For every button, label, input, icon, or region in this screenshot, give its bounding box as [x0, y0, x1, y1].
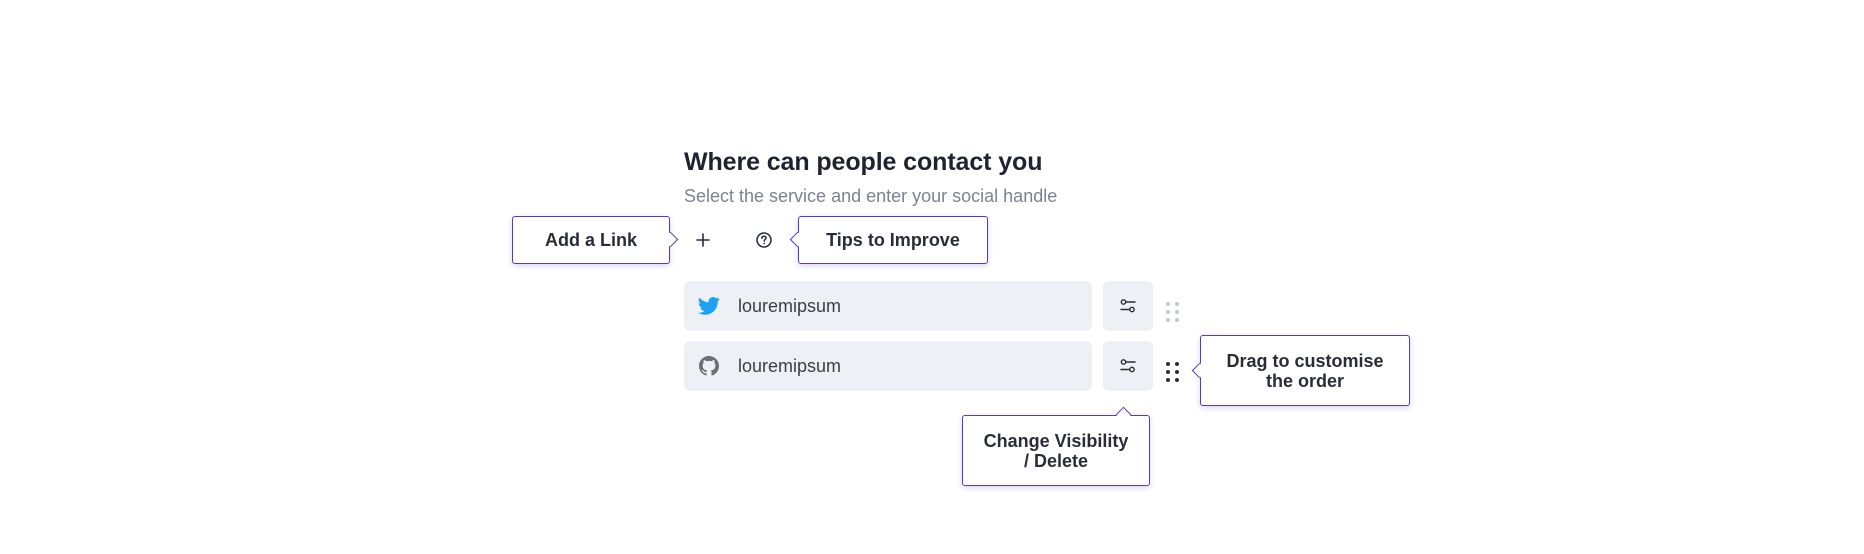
- github-icon: [698, 355, 720, 377]
- sliders-icon: [1120, 299, 1136, 313]
- social-handle-text: louremipsum: [738, 355, 842, 376]
- social-handle-text: louremipsum: [738, 295, 842, 316]
- page-subtitle: Select the service and enter your social…: [684, 186, 1058, 206]
- plus-icon: [696, 233, 710, 247]
- visibility-tooltip-line2: / Delete: [1023, 450, 1089, 471]
- social-link-field-github[interactable]: louremipsum: [684, 341, 1092, 391]
- visibility-settings-button[interactable]: [1103, 341, 1153, 391]
- drag-order-tooltip-line2: the order: [1265, 370, 1344, 391]
- add-link-tooltip-text: Add a Link: [544, 230, 637, 250]
- twitter-icon: [698, 295, 720, 317]
- add-link-button[interactable]: [692, 229, 714, 251]
- help-button[interactable]: [752, 229, 776, 251]
- visibility-settings-button[interactable]: [1103, 281, 1153, 331]
- help-circle-icon: [756, 232, 772, 248]
- drag-handle-icon[interactable]: [1166, 362, 1180, 382]
- visibility-tooltip: Change Visibility / Delete: [962, 415, 1150, 486]
- social-link-field-twitter[interactable]: louremipsum: [684, 281, 1092, 331]
- drag-handle-icon[interactable]: [1166, 302, 1180, 322]
- tips-tooltip-text: Tips to Improve: [826, 230, 960, 250]
- sliders-icon: [1120, 359, 1136, 373]
- page-title: Where can people contact you: [684, 148, 1043, 176]
- contact-section: Where can people contact you Select the …: [0, 0, 1864, 554]
- add-link-tooltip: Add a Link: [512, 216, 670, 264]
- visibility-tooltip-line1: Change Visibility: [983, 430, 1129, 451]
- drag-order-tooltip: Drag to customise the order: [1200, 335, 1410, 406]
- tips-tooltip: Tips to Improve: [798, 216, 988, 264]
- drag-order-tooltip-line1: Drag to customise: [1226, 350, 1384, 371]
